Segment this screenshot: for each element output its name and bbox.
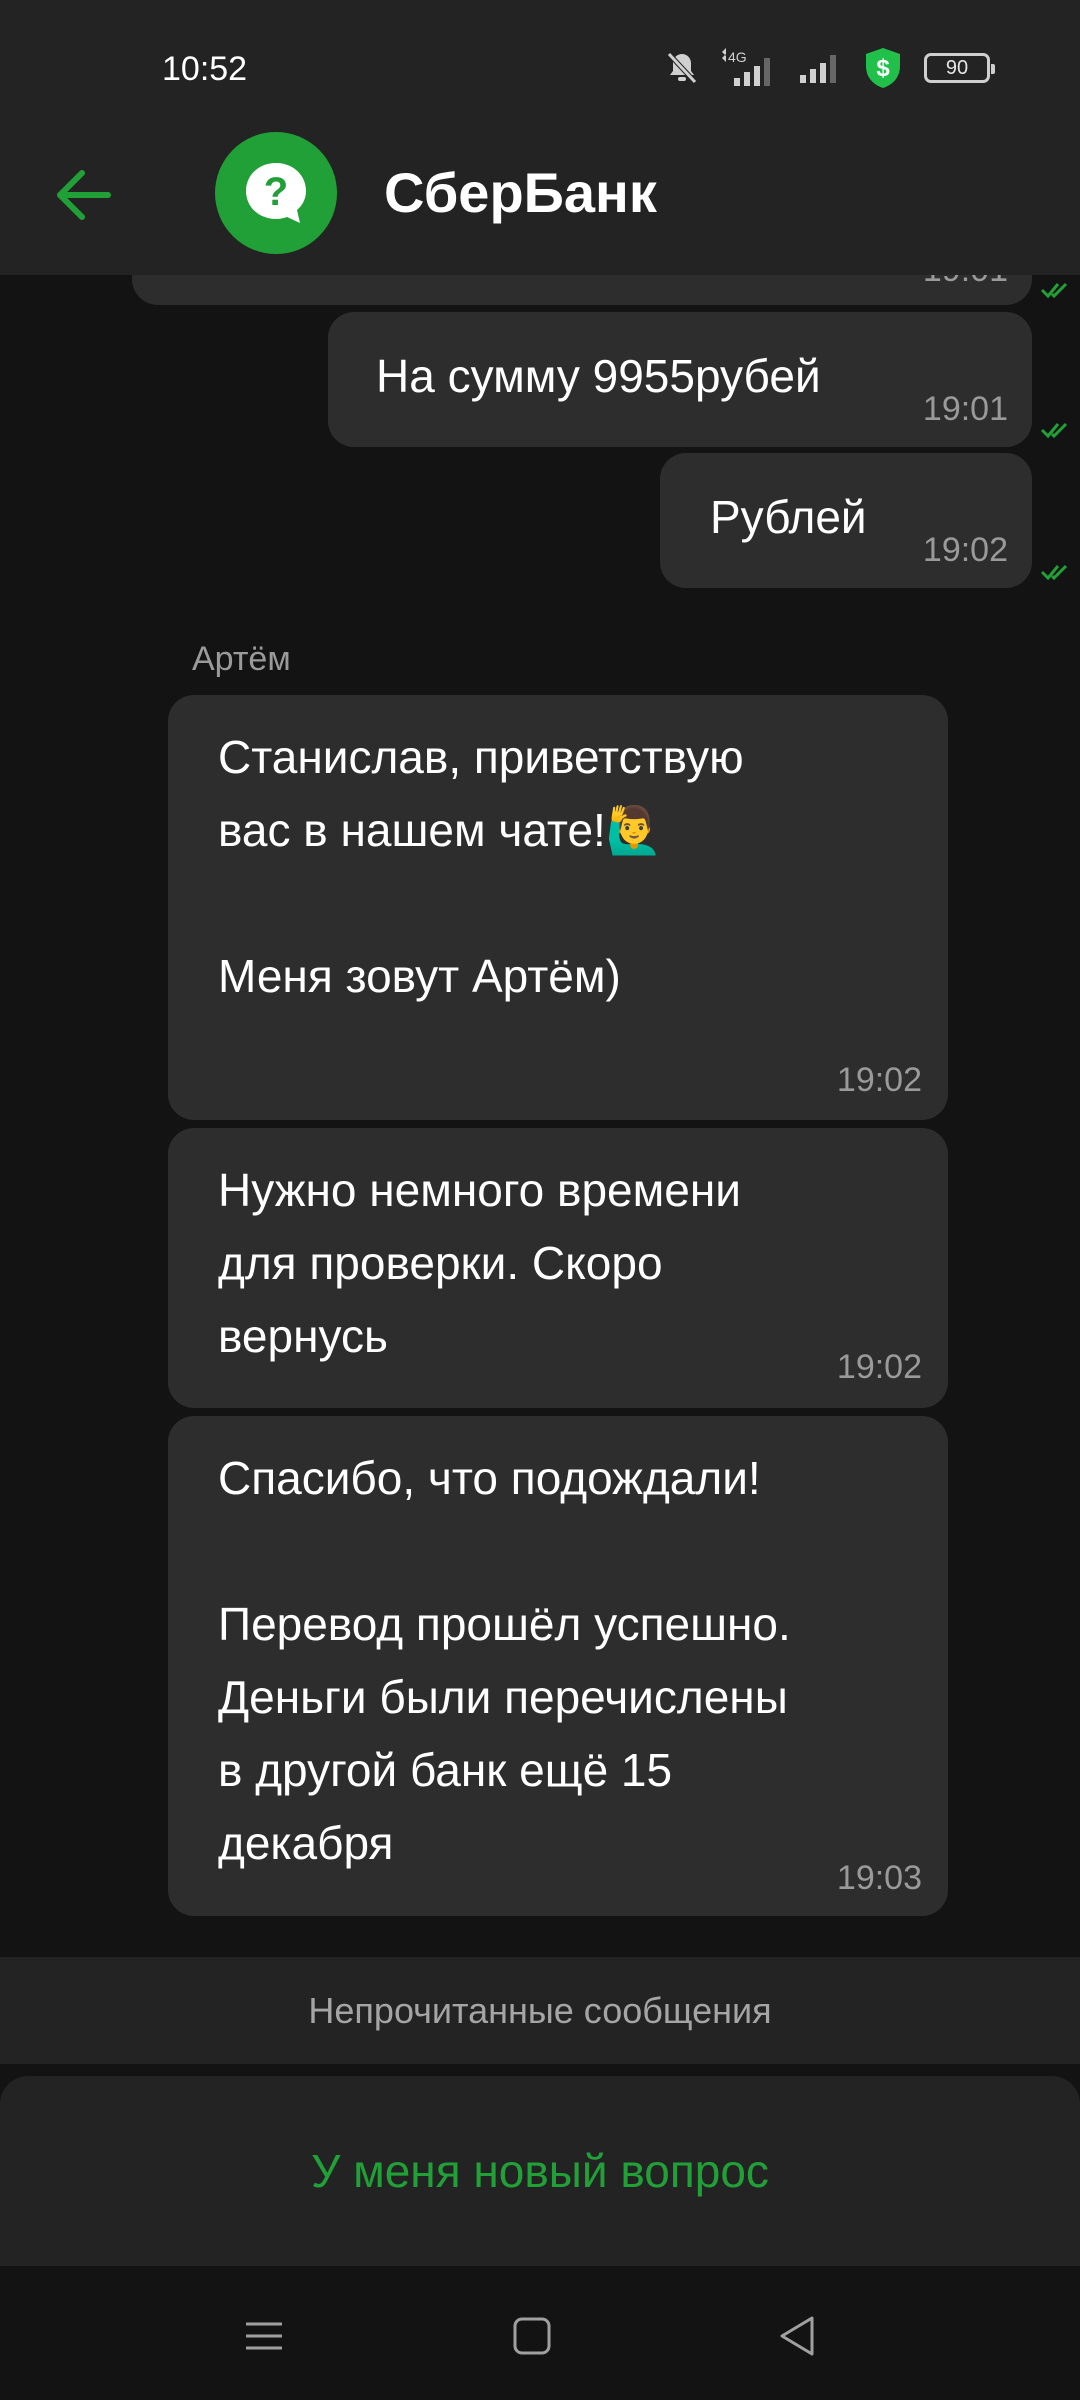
- message-incoming[interactable]: Станислав, приветствую вас в нашем чате!…: [168, 695, 948, 1120]
- status-icons: 4G $ 90: [664, 46, 995, 90]
- sender-name: Артём: [192, 640, 291, 678]
- message-text: Нужно немного времени для проверки. Скор…: [218, 1164, 741, 1362]
- battery-level: 90: [924, 53, 995, 83]
- double-check-icon: [1040, 564, 1068, 581]
- chat-header: ? СберБанк: [0, 120, 1080, 275]
- message-time: 19:02: [836, 1061, 922, 1099]
- nav-home-button[interactable]: [502, 2306, 562, 2366]
- message-time: 19:01: [922, 390, 1008, 428]
- double-check-icon: [1040, 422, 1068, 439]
- double-check-icon: [1040, 282, 1068, 299]
- battery-icon: 90: [924, 53, 995, 83]
- message-outgoing[interactable]: Рублей 19:02: [660, 453, 1032, 588]
- shield-dollar-icon: $: [862, 46, 904, 90]
- home-square-icon: [513, 2317, 551, 2355]
- message-text: Спасибо, что подождали! Перевод прошёл у…: [218, 1452, 791, 1869]
- nav-back-button[interactable]: [768, 2306, 828, 2366]
- bell-off-icon: [664, 50, 700, 86]
- avatar[interactable]: ?: [215, 132, 337, 254]
- message-incoming[interactable]: Нужно немного времени для проверки. Скор…: [168, 1128, 948, 1408]
- menu-icon: [246, 2322, 282, 2350]
- message-time: 19:03: [836, 1859, 922, 1897]
- back-button[interactable]: [52, 162, 118, 228]
- message-text: Станислав, приветствую вас в нашем чате!…: [218, 731, 744, 1002]
- new-question-button[interactable]: У меня новый вопрос: [0, 2076, 1080, 2266]
- signal-icon: 4G: [720, 48, 778, 88]
- chat-title: СберБанк: [384, 161, 657, 224]
- question-bubble-icon: ?: [246, 163, 306, 223]
- action-panel: У меня новый вопрос: [0, 2076, 1080, 2266]
- network-type: 4G: [728, 49, 747, 65]
- back-triangle-icon: [780, 2316, 814, 2356]
- status-time: 10:52: [162, 50, 248, 88]
- message-outgoing[interactable]: На сумму 9955рубей 19:01: [328, 312, 1032, 447]
- message-text: На сумму 9955рубей: [376, 350, 821, 402]
- message-incoming[interactable]: Спасибо, что подождали! Перевод прошёл у…: [168, 1416, 948, 1916]
- signal-icon-2: [798, 51, 842, 85]
- nav-menu-button[interactable]: [234, 2306, 294, 2366]
- message-text: Рублей: [710, 491, 867, 543]
- arrow-left-icon: [57, 170, 111, 220]
- message-list[interactable]: 19:01 На сумму 9955рубей 19:01 Рублей 19…: [0, 275, 1080, 1957]
- status-bar: 10:52 4G $ 90: [0, 0, 1080, 140]
- message-time: 19:02: [836, 1348, 922, 1386]
- svg-text:$: $: [876, 55, 890, 82]
- message-time: 19:02: [922, 531, 1008, 569]
- navigation-bar: [0, 2266, 1080, 2400]
- message-time: 19:01: [923, 275, 1008, 287]
- unread-divider: Непрочитанные сообщения: [0, 1957, 1080, 2064]
- svg-text:?: ?: [264, 170, 288, 214]
- message-outgoing[interactable]: 19:01: [132, 275, 1032, 305]
